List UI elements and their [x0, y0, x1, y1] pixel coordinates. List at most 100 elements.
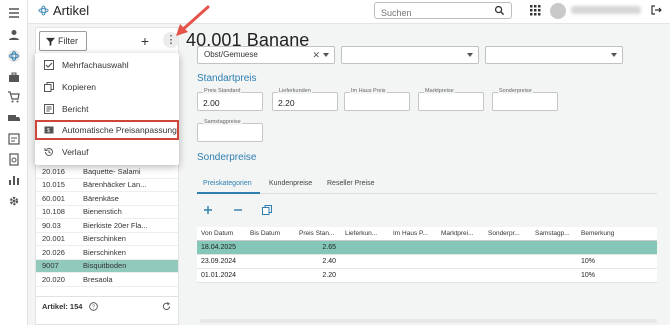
list-item[interactable]: 10.108 Bienenstich: [36, 206, 178, 219]
search-icon[interactable]: [494, 5, 505, 16]
chevron-down-icon[interactable]: [467, 53, 473, 57]
chevron-down-icon[interactable]: [611, 53, 617, 57]
column-header[interactable]: Bis Datum: [246, 227, 295, 240]
table-cell: [246, 255, 295, 268]
history-icon: [44, 147, 53, 156]
column-header[interactable]: Bemerkung: [577, 227, 657, 240]
chevron-down-icon[interactable]: [323, 53, 329, 57]
article-number: 60.001: [42, 193, 65, 203]
article-list: 20.016 Baquette- Salami 10.015 Bärenhäcker…: [36, 165, 178, 287]
briefcase-icon[interactable]: [7, 70, 21, 84]
list-item[interactable]: 90.03 Bierkiste 20er Fla...: [36, 219, 178, 233]
table-cell: [389, 241, 437, 254]
field-label: Sonderpreise: [498, 88, 533, 94]
marktpreise-field[interactable]: Marktpreise: [418, 88, 484, 111]
app-title: Artikel: [38, 3, 89, 18]
table-cell: 23.09.2024: [201, 258, 237, 265]
column-header[interactable]: Samstagp...: [531, 227, 577, 240]
atom-logo-icon: [38, 5, 49, 16]
table-cell: [484, 241, 531, 254]
truck-icon[interactable]: [7, 111, 21, 125]
table-row[interactable]: 01.01.2024 2.20 10%: [197, 269, 657, 283]
clipboard-icon[interactable]: [7, 152, 21, 166]
tab-reseller-preise[interactable]: Reseller Preise: [327, 180, 374, 187]
cart-icon[interactable]: [7, 90, 21, 104]
invoice-icon[interactable]: [7, 132, 21, 146]
article-name: Bierschinken: [83, 234, 126, 244]
sonderpreise-field[interactable]: Sonderpreise: [492, 88, 558, 111]
list-item-selected[interactable]: 9007 Bisquitboden: [36, 259, 178, 273]
category-select[interactable]: Obst/Gemuese ✕: [197, 46, 335, 64]
column-header[interactable]: Marktprei...: [437, 227, 484, 240]
field-value: 2.20: [278, 98, 295, 108]
add-article-button[interactable]: +: [138, 33, 152, 49]
table-cell: [341, 241, 389, 254]
help-icon[interactable]: ?: [89, 302, 98, 311]
user-name-blurred: [571, 6, 641, 14]
app-title-label: Artikel: [53, 3, 90, 18]
menu-item-verlauf[interactable]: Verlauf: [35, 142, 179, 162]
column-header[interactable]: Von Datum: [197, 227, 246, 240]
person-icon[interactable]: [7, 28, 21, 42]
column-header[interactable]: Sonderpr...: [484, 227, 531, 240]
table-cell: 10%: [581, 272, 596, 279]
samstagpreise-field[interactable]: Samstagpreise: [197, 119, 263, 142]
tab-preiskategorien[interactable]: Preiskategorien: [203, 180, 252, 187]
logout-icon[interactable]: [650, 4, 662, 16]
bar-chart-icon[interactable]: [7, 173, 21, 187]
search-box[interactable]: [374, 2, 512, 21]
field-label: Marktpreise: [424, 88, 455, 94]
article-number: 20.001: [42, 234, 65, 244]
menu-item-mehrfachauswahl[interactable]: Mehrfachauswahl: [35, 55, 179, 75]
tab-kundenpreise[interactable]: Kundenpreise: [269, 180, 312, 187]
price-standard-field[interactable]: Preis Standard 2.00: [197, 88, 263, 111]
table-cell: [341, 269, 389, 282]
article-number: 20.026: [42, 247, 65, 257]
table-cell: [389, 255, 437, 268]
menu-item-automatische-preisanpassung[interactable]: $ Automatische Preisanpassung: [35, 120, 179, 140]
filter-icon: [46, 37, 55, 46]
menu-item-label: Bericht: [62, 104, 89, 114]
settings-gear-icon[interactable]: [7, 194, 21, 208]
select-field-2[interactable]: [341, 46, 479, 64]
table-cell: [531, 269, 577, 282]
atom-icon[interactable]: [7, 49, 21, 63]
list-item[interactable]: 20.001 Bierschinken: [36, 233, 178, 246]
active-tab-indicator: [197, 192, 260, 194]
remove-row-icon[interactable]: [233, 205, 243, 215]
table-cell: [484, 269, 531, 282]
table-row[interactable]: 18.04.2025 2.65: [197, 241, 657, 255]
table-row[interactable]: 23.09.2024 2.40 10%: [197, 255, 657, 269]
clear-icon[interactable]: ✕: [312, 47, 320, 63]
column-header[interactable]: Im Haus P...: [389, 227, 437, 240]
column-header[interactable]: Preis Stan...: [295, 227, 341, 240]
im-haus-preis-field[interactable]: Im Haus Preis: [344, 88, 410, 111]
refresh-icon[interactable]: [162, 302, 171, 311]
column-header[interactable]: Lieferkun...: [341, 227, 389, 240]
apps-grid-icon[interactable]: [530, 5, 541, 16]
menu-item-kopieren[interactable]: Kopieren: [35, 77, 179, 97]
horizontal-scrollbar[interactable]: [200, 319, 657, 323]
field-label: Im Haus Preis: [350, 88, 387, 94]
menu-icon[interactable]: [7, 6, 21, 20]
table-header: Von Datum Bis Datum Preis Stan... Liefer…: [197, 227, 657, 241]
menu-item-bericht[interactable]: Bericht: [35, 99, 179, 119]
table-cell: 2.40: [322, 258, 336, 265]
left-nav-rail: [0, 0, 28, 325]
avatar[interactable]: [550, 3, 566, 19]
list-item[interactable]: 20.026 Bierschinken: [36, 246, 178, 260]
search-input[interactable]: [375, 5, 485, 21]
list-item[interactable]: 20.020 Bresaola: [36, 273, 178, 287]
article-name: Bresaola: [83, 274, 113, 284]
top-bar: Artikel: [28, 0, 670, 24]
select-field-3[interactable]: [485, 46, 623, 64]
add-row-icon[interactable]: [203, 205, 213, 215]
price-tag-icon: $: [44, 126, 54, 134]
copy-row-icon[interactable]: [262, 205, 272, 215]
list-item[interactable]: 60.001 Bärenkäse: [36, 192, 178, 206]
list-item[interactable]: 10.015 Bärenhäcker Lan...: [36, 179, 178, 192]
filter-button[interactable]: Filter: [39, 31, 87, 51]
lieferkunden-field[interactable]: Lieferkunden 2.20: [272, 88, 338, 111]
list-item[interactable]: 20.016 Baquette- Salami: [36, 165, 178, 179]
table-cell: [577, 241, 657, 254]
